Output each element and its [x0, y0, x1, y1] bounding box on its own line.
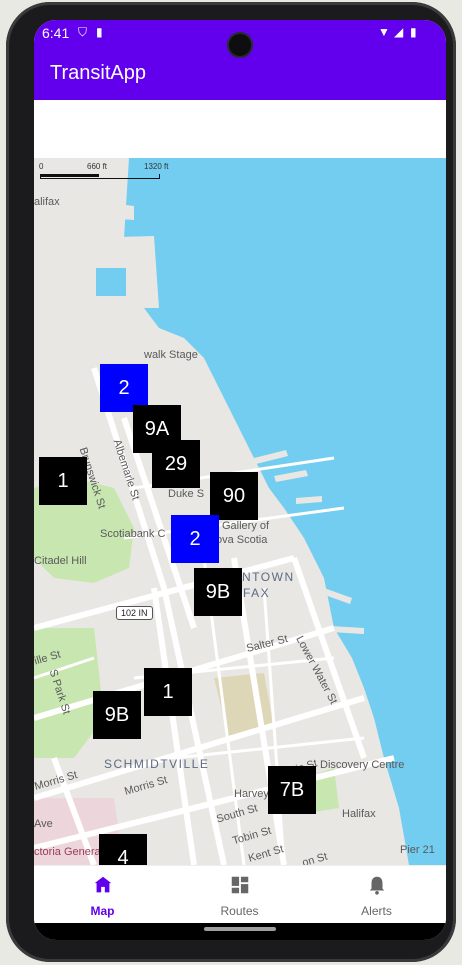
scale-bar — [40, 174, 160, 179]
app-title: TransitApp — [50, 62, 146, 84]
screen: 6:41 ⛉ ▮ ▼ ◢ ▮ TransitApp 0 660 ft 1320 … — [34, 20, 446, 940]
map-label-ave: Ave — [34, 818, 53, 830]
scale-end: 1320 ft — [144, 162, 169, 171]
nav-item-routes[interactable]: Routes — [171, 866, 308, 924]
transit-marker[interactable]: 90 — [210, 472, 258, 520]
district-downtown-1: NTOWN — [242, 570, 295, 584]
map-label-gallery1: Gallery of — [222, 520, 270, 532]
battery-icon: ▮ — [410, 25, 417, 39]
transit-marker[interactable]: 9B — [93, 691, 141, 739]
signal-icon: ◢ — [394, 25, 404, 39]
transit-marker[interactable]: 7B — [268, 766, 316, 814]
map-label-pier: Pier 21 — [400, 844, 435, 856]
highway-sign: 102 IN — [116, 606, 153, 620]
camera-cutout — [229, 34, 251, 56]
district-schmidtville: SCHMIDTVILLE — [104, 757, 210, 771]
sd-card-icon: ▮ — [96, 25, 103, 39]
nav-label-map: Map — [90, 904, 115, 918]
map-label-halifax-station: Halifax — [342, 808, 376, 820]
map-label-scotiabank: Scotiabank C — [100, 528, 166, 540]
nav-label-alerts: Alerts — [361, 904, 392, 918]
map-label-duke: Duke S — [168, 488, 205, 500]
nav-item-alerts[interactable]: Alerts — [308, 866, 445, 924]
dashboard-icon — [231, 876, 249, 894]
status-time: 6:41 — [42, 25, 70, 41]
nav-label-routes: Routes — [220, 904, 259, 918]
map-view[interactable]: 0 660 ft 1320 ft alifax walk Stage Bruns… — [34, 158, 446, 865]
wifi-icon: ▼ — [378, 25, 390, 39]
scale-zero: 0 — [39, 162, 44, 171]
content-area — [34, 100, 446, 158]
map-label-halifax: alifax — [34, 196, 60, 208]
map-label-gallery2: ova Scotia — [216, 534, 268, 546]
shield-icon: ⛉ — [78, 25, 88, 39]
map-label-discovery: Discovery Centre — [320, 759, 405, 771]
transit-marker[interactable]: 29 — [152, 440, 200, 488]
transit-marker[interactable]: 2 — [171, 515, 219, 563]
map-label-boardwalk: walk Stage — [144, 349, 198, 361]
nav-item-map[interactable]: Map — [34, 866, 171, 924]
gesture-area — [34, 923, 446, 940]
gesture-handle[interactable] — [204, 927, 276, 931]
phone-frame: 6:41 ⛉ ▮ ▼ ◢ ▮ TransitApp 0 660 ft 1320 … — [6, 2, 456, 962]
map-label-victoria: ctoria Genera — [34, 846, 101, 858]
map-label-citadel: Citadel Hill — [34, 555, 87, 567]
scale-mid: 660 ft — [87, 162, 108, 171]
transit-marker[interactable]: 1 — [39, 457, 87, 505]
home-icon — [94, 876, 112, 893]
transit-marker[interactable]: 4 — [99, 834, 147, 865]
bell-icon — [369, 876, 385, 895]
bottom-navigation: Map Routes Alerts — [34, 865, 446, 924]
transit-marker[interactable]: 9B — [194, 568, 242, 616]
map-label-harvey: Harvey — [234, 788, 269, 800]
transit-marker[interactable]: 1 — [144, 668, 192, 716]
